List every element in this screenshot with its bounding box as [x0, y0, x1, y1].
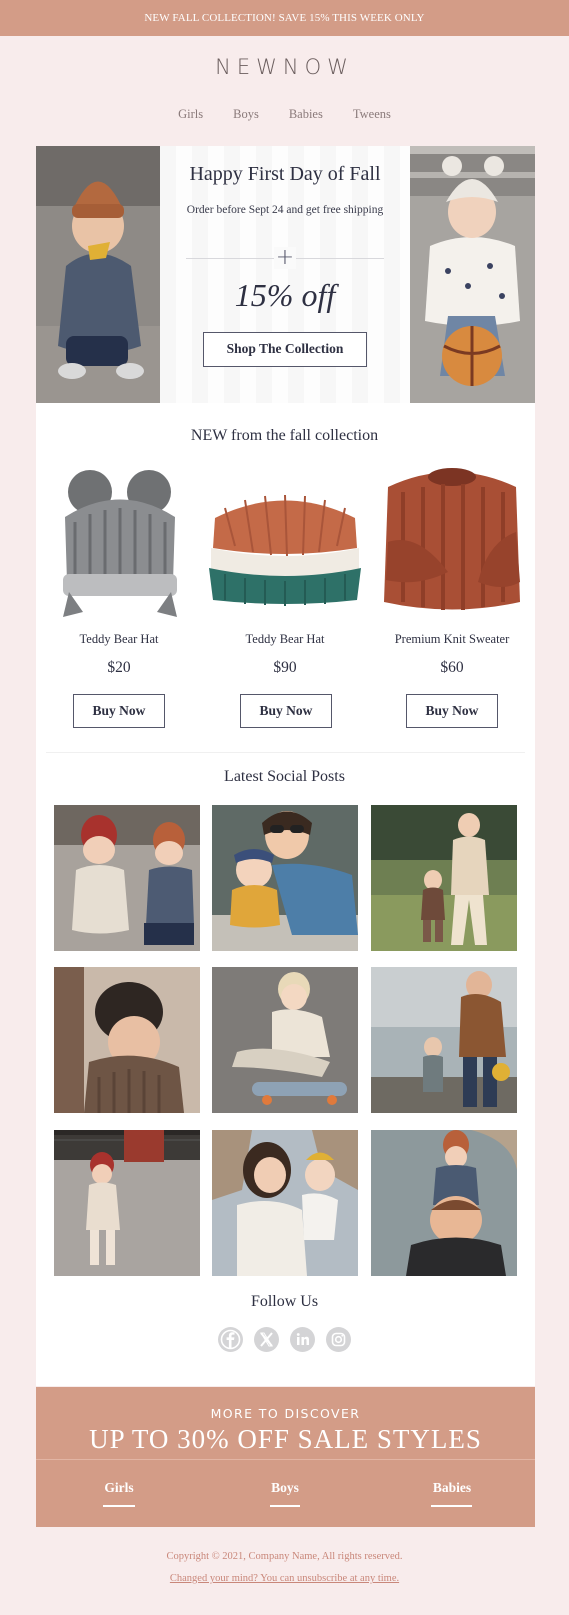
promo-subtitle: MORE TO DISCOVER — [210, 1406, 361, 1421]
product-name-2: Teddy Bear Hat — [245, 632, 325, 646]
copyright-text: Copyright © 2021, Company Name, All righ… — [166, 1551, 403, 1562]
social-post-1[interactable] — [54, 805, 200, 951]
announcement-bar: NEW FALL COLLECTION! SAVE 15% THIS WEEK … — [0, 0, 569, 36]
promo-title[interactable]: UP TO 30% OFF SALE STYLES — [36, 1424, 535, 1455]
brand-logo[interactable]: NEWNOW — [0, 55, 569, 79]
buy-now-button-2[interactable]: Buy Now — [240, 694, 332, 728]
x-icon[interactable] — [254, 1327, 279, 1352]
hero-title: Happy First Day of Fall — [189, 163, 381, 185]
promo-link-girls-underline — [103, 1505, 135, 1507]
social-icons-row — [0, 1327, 569, 1352]
promo-link-babies[interactable]: Babies — [419, 1480, 485, 1496]
hero-left-photo — [36, 146, 160, 403]
buy-now-button-3[interactable]: Buy Now — [406, 694, 498, 728]
promo-link-girls[interactable]: Girls — [86, 1480, 152, 1496]
hero-right-photo — [410, 146, 535, 403]
social-post-5[interactable] — [212, 967, 358, 1113]
hero-subtitle: Order before Sept 24 and get free shippi… — [186, 204, 384, 216]
new-collection-title: NEW from the fall collection — [190, 427, 379, 444]
promo-link-babies-underline — [431, 1505, 472, 1507]
product-price-2: $90 — [273, 659, 297, 676]
product-name-3: Premium Knit Sweater — [394, 632, 510, 646]
shop-collection-button[interactable]: Shop The Collection — [203, 332, 367, 367]
nav-item-girls[interactable]: Girls — [178, 107, 203, 122]
social-post-3[interactable] — [371, 805, 517, 951]
hero-discount: 15% off — [234, 277, 336, 313]
social-post-6[interactable] — [371, 967, 517, 1113]
product-price-3: $60 — [440, 659, 464, 676]
promo-link-boys-underline — [270, 1505, 300, 1507]
nav-item-babies[interactable]: Babies — [289, 107, 323, 122]
linkedin-icon[interactable] — [290, 1327, 315, 1352]
promo-link-boys[interactable]: Boys — [252, 1480, 318, 1496]
social-post-4[interactable] — [54, 967, 200, 1113]
promo-divider — [36, 1459, 535, 1460]
social-post-8[interactable] — [212, 1130, 358, 1276]
product-name-1: Teddy Bear Hat — [79, 632, 159, 646]
nav-item-tweens[interactable]: Tweens — [353, 107, 391, 122]
follow-us-title: Follow Us — [250, 1293, 319, 1310]
section-divider — [46, 752, 525, 753]
plus-icon: + — [274, 245, 296, 270]
social-post-9[interactable] — [371, 1130, 517, 1276]
buy-now-button-1[interactable]: Buy Now — [73, 694, 165, 728]
social-posts-title: Latest Social Posts — [224, 768, 345, 785]
facebook-icon[interactable] — [218, 1327, 243, 1352]
nav-item-boys[interactable]: Boys — [233, 107, 259, 122]
social-post-7[interactable] — [54, 1130, 200, 1276]
instagram-icon[interactable] — [326, 1327, 351, 1352]
social-post-2[interactable] — [212, 805, 358, 951]
product-image-stacked-sweaters[interactable] — [205, 478, 365, 608]
main-nav: Girls Boys Babies Tweens — [0, 107, 569, 122]
product-image-grey-hat[interactable] — [55, 462, 185, 622]
unsubscribe-link[interactable]: Changed your mind? You can unsubscribe a… — [0, 1573, 569, 1584]
product-image-knit-sweater[interactable] — [378, 462, 526, 622]
product-price-1: $20 — [107, 659, 131, 676]
